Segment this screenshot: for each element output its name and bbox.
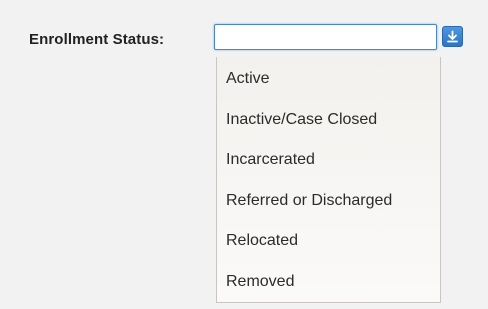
dropdown-toggle-button[interactable] xyxy=(442,26,463,47)
option-referred-or-discharged[interactable]: Referred or Discharged xyxy=(217,181,440,222)
option-active[interactable]: Active xyxy=(217,59,440,100)
enrollment-status-label: Enrollment Status: xyxy=(29,31,165,48)
enrollment-status-select[interactable] xyxy=(214,24,437,50)
option-removed[interactable]: Removed xyxy=(217,262,440,303)
option-inactive-case-closed[interactable]: Inactive/Case Closed xyxy=(217,100,440,141)
enrollment-status-options: Active Inactive/Case Closed Incarcerated… xyxy=(216,57,441,303)
option-relocated[interactable]: Relocated xyxy=(217,221,440,262)
download-arrow-icon xyxy=(446,30,459,43)
option-incarcerated[interactable]: Incarcerated xyxy=(217,140,440,181)
